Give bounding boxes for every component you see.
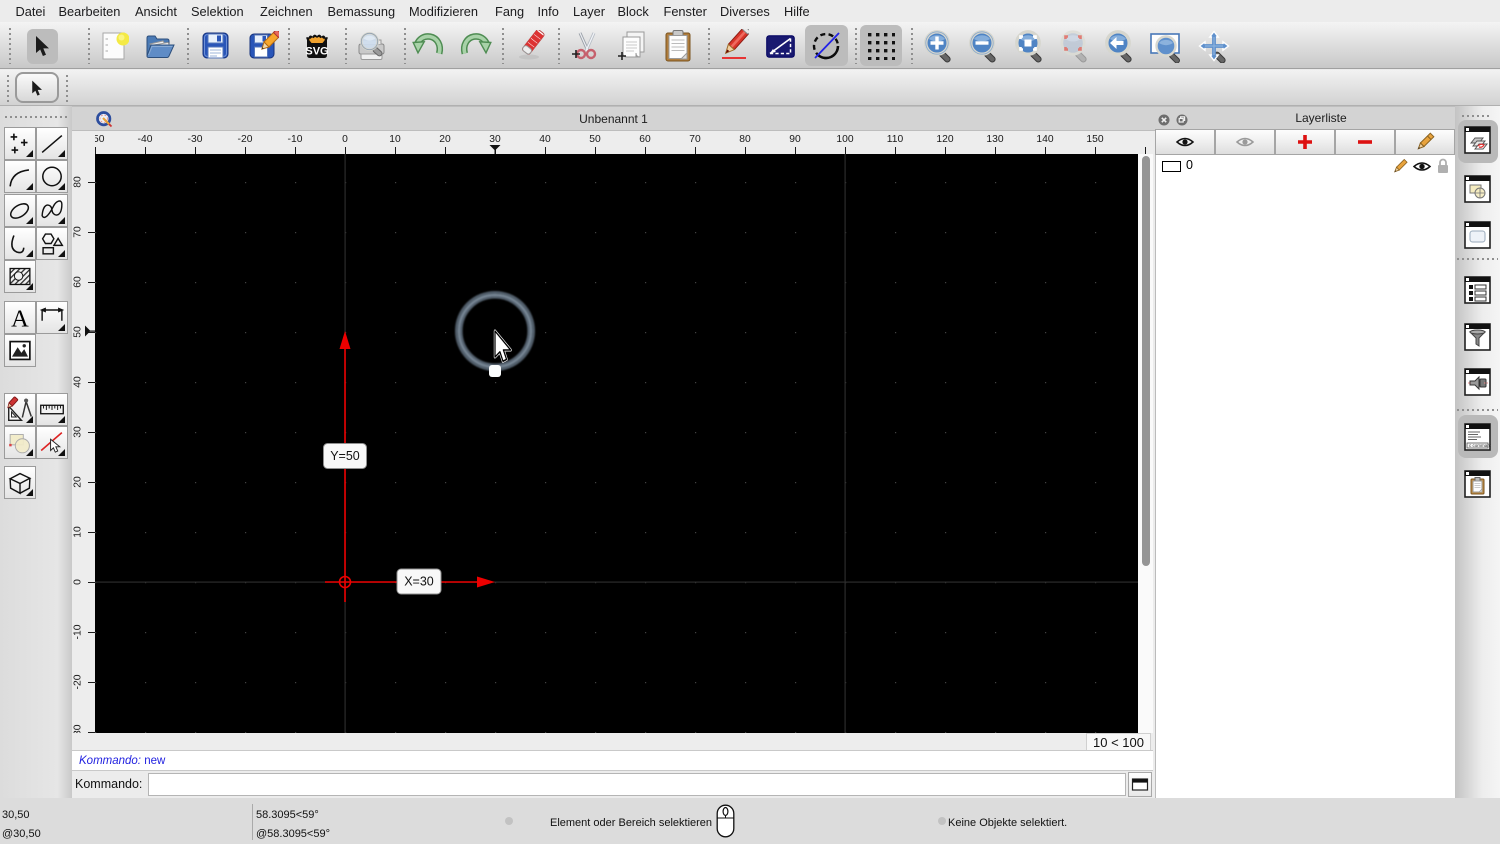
svg-text:20: 20 xyxy=(73,476,84,488)
svg-text:130: 130 xyxy=(986,134,1003,145)
svg-text:30: 30 xyxy=(73,426,84,438)
svg-text:20: 20 xyxy=(439,134,451,145)
svg-text:X=30: X=30 xyxy=(404,575,434,589)
svg-text:-10: -10 xyxy=(288,134,303,145)
svg-text:140: 140 xyxy=(1036,134,1053,145)
svg-text:-30: -30 xyxy=(188,134,203,145)
svg-text:40: 40 xyxy=(539,134,551,145)
svg-text:-20: -20 xyxy=(238,134,253,145)
svg-text:50: 50 xyxy=(73,326,84,338)
svg-text:150: 150 xyxy=(1086,134,1103,145)
svg-text:110: 110 xyxy=(887,134,904,145)
svg-text:50: 50 xyxy=(589,134,601,145)
svg-text:0: 0 xyxy=(342,134,348,145)
svg-text:-40: -40 xyxy=(138,134,153,145)
svg-text:40: 40 xyxy=(73,376,84,388)
svg-text:80: 80 xyxy=(739,134,751,145)
svg-text:100: 100 xyxy=(836,134,853,145)
svg-text:90: 90 xyxy=(789,134,801,145)
svg-text:c command: c command xyxy=(1469,443,1491,448)
svg-text:-30: -30 xyxy=(73,724,84,733)
svg-text:-50: -50 xyxy=(95,134,105,145)
svg-text:-20: -20 xyxy=(73,674,84,689)
svg-text:A: A xyxy=(11,305,29,332)
svg-text:70: 70 xyxy=(73,226,84,238)
svg-text:0: 0 xyxy=(73,579,84,585)
svg-text:Y=50: Y=50 xyxy=(330,449,360,463)
svg-text:80: 80 xyxy=(73,176,84,188)
svg-text:60: 60 xyxy=(639,134,651,145)
svg-text:30: 30 xyxy=(489,134,501,145)
svg-text:120: 120 xyxy=(936,134,953,145)
svg-text:70: 70 xyxy=(689,134,701,145)
svg-text:10: 10 xyxy=(389,134,401,145)
svg-text:10: 10 xyxy=(73,526,84,538)
svg-text:-10: -10 xyxy=(73,624,84,639)
svg-text:60: 60 xyxy=(73,276,84,288)
svg-text:SVG: SVG xyxy=(305,46,328,58)
